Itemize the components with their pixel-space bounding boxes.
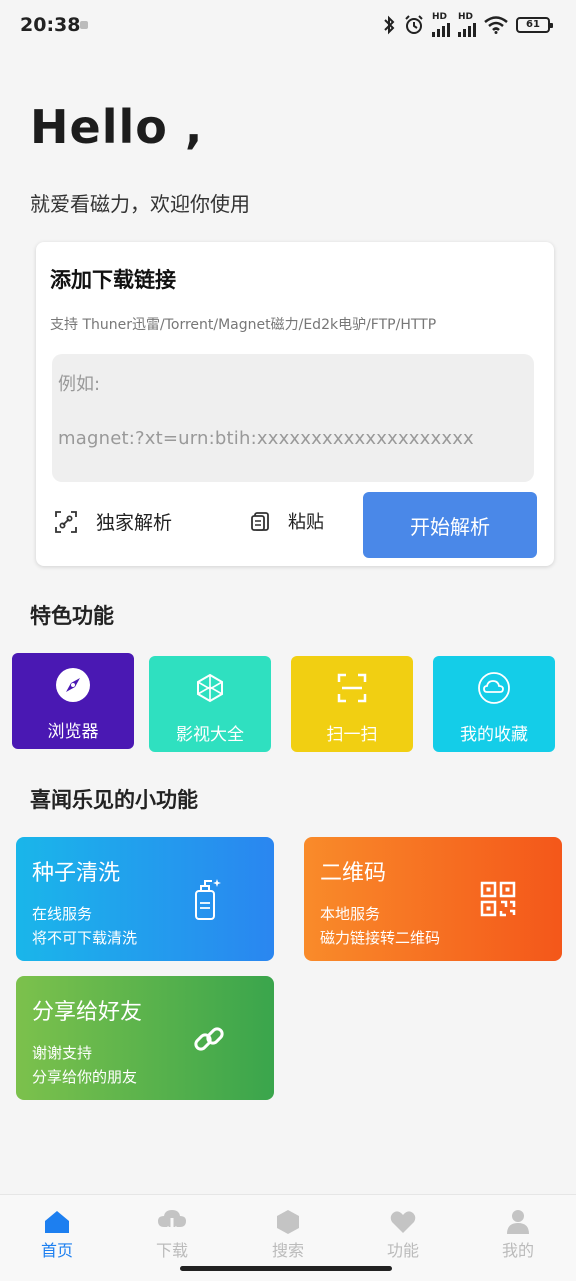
download-cloud-icon [158,1210,186,1235]
nav-label: 下载 [155,1241,188,1260]
cloud-icon [478,672,510,704]
paste-label: 粘贴 [288,512,324,533]
tool-line-2: 磁力链接转二维码 [320,929,441,947]
nav-label: 我的 [501,1241,534,1260]
exclusive-parse-button[interactable]: 独家解析 [54,508,172,535]
add-download-card: 添加下载链接 支持 Thuner迅雷/Torrent/Magnet磁力/Ed2k… [36,242,554,566]
compass-icon [56,668,90,702]
tools-section-title: 喜闻乐见的小功能 [30,788,198,812]
feature-movies[interactable]: 影视大全 [149,656,271,752]
nav-label: 搜索 [271,1241,304,1260]
status-time: 20:38 [20,14,81,36]
home-indicator[interactable] [180,1266,392,1271]
feature-label: 扫一扫 [326,725,378,745]
notification-dot-icon [80,21,88,29]
status-bar: 20:38 HD HD 61 [0,0,576,52]
signal-2-icon: HD [458,13,476,37]
user-icon [507,1210,529,1234]
wifi-icon [484,16,508,34]
features-section-title: 特色功能 [30,604,114,628]
tool-share-friends[interactable]: 分享给好友 谢谢支持 分享给你的朋友 [16,976,274,1100]
tool-line-2: 将不可下载清洗 [32,929,138,947]
nav-functions[interactable]: 功能 [363,1209,443,1261]
tool-seed-cleaning[interactable]: 种子清洗 在线服务 将不可下载清洗 [16,837,274,961]
feature-label: 浏览器 [47,722,99,742]
feature-label: 影视大全 [176,725,244,745]
greeting-title: Hello , [30,100,204,154]
link-input[interactable]: 例如: magnet:?xt=urn:btih:xxxxxxxxxxxxxxxx… [52,354,534,482]
link-icon [194,1027,224,1051]
hd-label-1: HD [432,12,448,22]
hexagon-icon [277,1210,299,1234]
hd-label-2: HD [458,12,474,22]
start-parse-button[interactable]: 开始解析 [363,492,537,558]
battery-icon: 61 [516,17,553,33]
nav-label: 首页 [40,1241,73,1260]
tool-line-1: 在线服务 [32,905,93,923]
bluetooth-icon [384,15,395,35]
status-icons: HD HD 61 [382,13,553,37]
alarm-icon [405,15,423,34]
exclusive-parse-label: 独家解析 [96,512,173,534]
tool-title: 分享给好友 [32,1000,143,1025]
placeholder-line-1: 例如: [58,374,101,395]
link-scan-icon [55,510,77,533]
feature-browser[interactable]: 浏览器 [12,653,134,749]
sanitizer-bottle-icon [195,879,221,920]
nav-download[interactable]: 下载 [132,1209,212,1261]
tool-line-2: 分享给你的朋友 [32,1068,138,1086]
tool-qr-code[interactable]: 二维码 本地服务 磁力链接转二维码 [304,837,562,961]
tool-line-1: 谢谢支持 [32,1044,93,1062]
nav-search[interactable]: 搜索 [248,1209,328,1261]
scan-icon [337,673,367,703]
feature-favorites[interactable]: 我的收藏 [433,656,555,752]
home-icon [45,1211,69,1233]
nav-label: 功能 [386,1241,419,1260]
nav-home[interactable]: 首页 [17,1209,97,1261]
signal-1-icon: HD [432,13,450,37]
feature-label: 我的收藏 [460,725,528,745]
heart-icon [390,1211,416,1233]
feature-scan[interactable]: 扫一扫 [291,656,413,752]
tool-title: 二维码 [320,861,387,886]
greeting-subtitle: 就爱看磁力，欢迎你使用 [30,192,250,216]
clipboard-icon [251,512,269,531]
tool-title: 种子清洗 [32,861,121,886]
nav-profile[interactable]: 我的 [478,1209,558,1261]
qr-code-icon [480,881,516,917]
tool-line-1: 本地服务 [320,905,381,923]
cube-icon [197,673,223,703]
card-title: 添加下载链接 [50,268,176,292]
placeholder-line-2: magnet:?xt=urn:btih:xxxxxxxxxxxxxxxxxxxx [58,428,474,449]
paste-button[interactable]: 粘贴 [250,508,324,534]
card-description: 支持 Thuner迅雷/Torrent/Magnet磁力/Ed2k电驴/FTP/… [50,317,437,333]
